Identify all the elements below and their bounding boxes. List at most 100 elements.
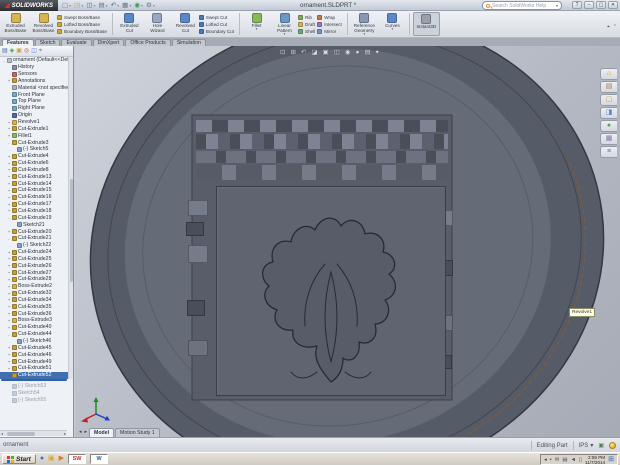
scrollbar-thumb[interactable] <box>7 432 35 436</box>
feature-tree-item[interactable]: + Cut-Extrude16 <box>0 194 68 201</box>
feature-tree-item[interactable]: - Cut-Extrude3 <box>0 139 68 146</box>
commandmanager-collapse-icon[interactable]: ⌃ <box>613 24 617 30</box>
feature-tree-item[interactable]: + Revolve1 <box>0 119 68 126</box>
close-button[interactable]: ✕ <box>608 1 618 9</box>
document-tab[interactable]: Motion Study 1 <box>115 428 160 437</box>
open-icon[interactable]: ◳ ▾ <box>74 1 83 10</box>
apply-scene-icon[interactable]: ▤ <box>364 48 370 56</box>
network-tray-icon[interactable]: ▤ <box>562 455 567 465</box>
battery-tray-icon[interactable]: ▯ <box>579 455 582 465</box>
feature-tree-item[interactable]: + Cut-Extrude28 <box>0 276 68 283</box>
expander-icon[interactable]: + <box>7 359 11 364</box>
custom-properties-tag-icon[interactable]: ▣ <box>598 442 604 449</box>
tab-scroll-right-icon[interactable]: ▸ <box>85 428 88 437</box>
feature-tree-item[interactable]: + Cut-Extrude17 <box>0 201 68 208</box>
expander-icon[interactable]: + <box>7 161 11 166</box>
launch-folder-icon[interactable]: ▣ <box>48 454 55 464</box>
feature-tree-item[interactable]: Origin <box>0 112 68 119</box>
feature-tree-item[interactable]: Material <not specified> <box>0 84 68 91</box>
feature-tree-item[interactable]: + Annotations <box>0 78 68 85</box>
new-icon[interactable]: ▢ ▾ <box>62 1 71 10</box>
task-pane-tab[interactable]: ▤ <box>600 81 617 93</box>
options-icon[interactable]: ⚙ ▾ <box>146 1 155 10</box>
feature-tree-item[interactable]: - Cut-Extrude44 <box>0 331 68 338</box>
ribbon-button[interactable]: Extruded Cut <box>116 12 143 36</box>
feature-tree-item[interactable]: + Cut-Extrude6 <box>0 160 68 167</box>
feature-tree-item[interactable]: + Cut-Extrude4 <box>0 153 68 160</box>
commandmanager-tab[interactable]: Sketch <box>34 39 61 46</box>
feature-tree-item[interactable]: + Cut-Extrude20 <box>0 228 68 235</box>
instant3d-button[interactable]: Instant3D <box>412 12 440 36</box>
launch-media-icon[interactable]: ▶ <box>59 454 64 464</box>
propertymanager-tab-icon[interactable]: ◈ <box>10 46 15 56</box>
commandmanager-tab[interactable]: DimXpert <box>92 39 125 46</box>
feature-tree-item[interactable]: + Cut-Extrude26 <box>0 262 68 269</box>
maximize-button[interactable]: ▢ <box>596 1 606 9</box>
solidworks-taskbar-button[interactable]: SW <box>68 454 87 464</box>
commandmanager-tab[interactable]: Office Products <box>125 39 171 46</box>
expander-icon[interactable]: + <box>7 202 11 207</box>
expander-icon[interactable]: - <box>7 215 11 220</box>
minimize-button[interactable]: – <box>584 1 594 9</box>
expander-icon[interactable]: - <box>7 332 11 337</box>
taskbar-clock[interactable]: 2:59 PM 11/7/2014 <box>585 455 605 465</box>
dimxpertmanager-tab-icon[interactable]: ◎ <box>24 46 29 56</box>
expander-icon[interactable]: - <box>7 236 11 241</box>
feature-tree-item[interactable]: History <box>0 64 68 71</box>
feature-tree-item[interactable]: + Cut-Extrude32 <box>0 290 68 297</box>
feature-tree-item[interactable]: + Cut-Extrude51 <box>0 365 68 372</box>
ribbon-button[interactable]: Fillet ▾ <box>243 12 270 36</box>
help-search-box[interactable]: Search SolidWorks Help ▾ <box>482 1 562 10</box>
ribbon-button-small[interactable]: Rib <box>298 14 317 20</box>
feature-tree-item[interactable]: + Cut-Extrude18 <box>0 208 68 215</box>
feature-tree-item[interactable]: + Cut-Extrude52 <box>0 371 68 379</box>
start-button[interactable]: Start <box>2 454 36 464</box>
expander-icon[interactable]: + <box>7 78 11 83</box>
search-dropdown-icon[interactable]: ▾ <box>556 3 558 8</box>
ribbon-button-small[interactable]: Boundary Boss/Base <box>57 28 109 34</box>
units-selector[interactable]: IPS ▾ <box>579 442 594 450</box>
expander-icon[interactable]: + <box>7 304 11 309</box>
ribbon-button-small[interactable]: Wrap <box>317 14 344 20</box>
edit-appearance-icon[interactable]: ● <box>356 49 360 56</box>
expander-icon[interactable]: + <box>7 167 11 172</box>
previous-view-icon[interactable]: ↶ <box>301 48 306 56</box>
feature-tree-item[interactable]: + Fillet1 <box>0 132 68 139</box>
tree-horizontal-scrollbar[interactable]: ◂ ▸ <box>0 430 67 436</box>
ribbon-button[interactable]: Hole Wizard <box>144 12 171 36</box>
feature-tree-item[interactable]: (-) Sketch55 <box>0 397 68 404</box>
feature-tree-item[interactable]: Top Plane <box>0 98 68 105</box>
task-pane-tab[interactable]: ▢ <box>600 94 617 106</box>
task-pane-tab[interactable]: ▦ <box>600 133 617 145</box>
zoom-area-icon[interactable]: ⊞ <box>290 48 295 56</box>
expander-icon[interactable]: + <box>7 291 11 296</box>
feature-tree-item[interactable]: - Cut-Extrude21 <box>0 235 68 242</box>
expander-icon[interactable]: - <box>2 58 6 63</box>
word-taskbar-button[interactable]: W <box>90 454 109 464</box>
mail-tray-icon[interactable]: ✉ <box>555 455 560 465</box>
ribbon-button-small[interactable]: Shell <box>298 28 317 34</box>
feature-tree-item[interactable]: (-) Sketch53 <box>0 383 68 390</box>
show-hidden-icons-icon[interactable]: ◂ <box>544 455 547 465</box>
select-icon[interactable]: ▦ ▾ <box>122 1 131 10</box>
commandmanager-pin-icon[interactable]: ⌖ <box>607 24 610 30</box>
ribbon-button[interactable]: Linear Pattern ▾ <box>271 12 298 36</box>
feature-tree-item[interactable]: - ornament (Default<<Default>_Display St… <box>0 57 68 64</box>
feature-tree-item[interactable]: Sketch21 <box>0 221 68 228</box>
zoom-fit-icon[interactable]: ⊡ <box>280 48 285 56</box>
feature-tree-item[interactable]: + Boss-Extrude3 <box>0 317 68 324</box>
feature-tree-item[interactable]: + Cut-Extrude15 <box>0 187 68 194</box>
print-icon[interactable]: ▤ ▾ <box>99 1 108 10</box>
language-flag-icon[interactable]: ⊞ <box>608 455 614 465</box>
ribbon-button[interactable]: Revolved Boss/Base <box>30 12 57 36</box>
expander-icon[interactable]: + <box>7 256 11 261</box>
task-pane-tab[interactable]: ⌂ <box>600 68 617 80</box>
expander-icon[interactable]: + <box>7 352 11 357</box>
tab-scroll-left-icon[interactable]: ◂ <box>79 428 82 437</box>
feature-tree-item[interactable]: + Boss-Extrude2 <box>0 283 68 290</box>
expander-icon[interactable]: + <box>7 366 11 371</box>
ribbon-button-small[interactable]: Mirror <box>317 28 344 34</box>
expander-icon[interactable]: + <box>7 133 11 138</box>
save-icon[interactable]: ◫ ▾ <box>86 1 95 10</box>
expander-icon[interactable]: + <box>7 188 11 193</box>
